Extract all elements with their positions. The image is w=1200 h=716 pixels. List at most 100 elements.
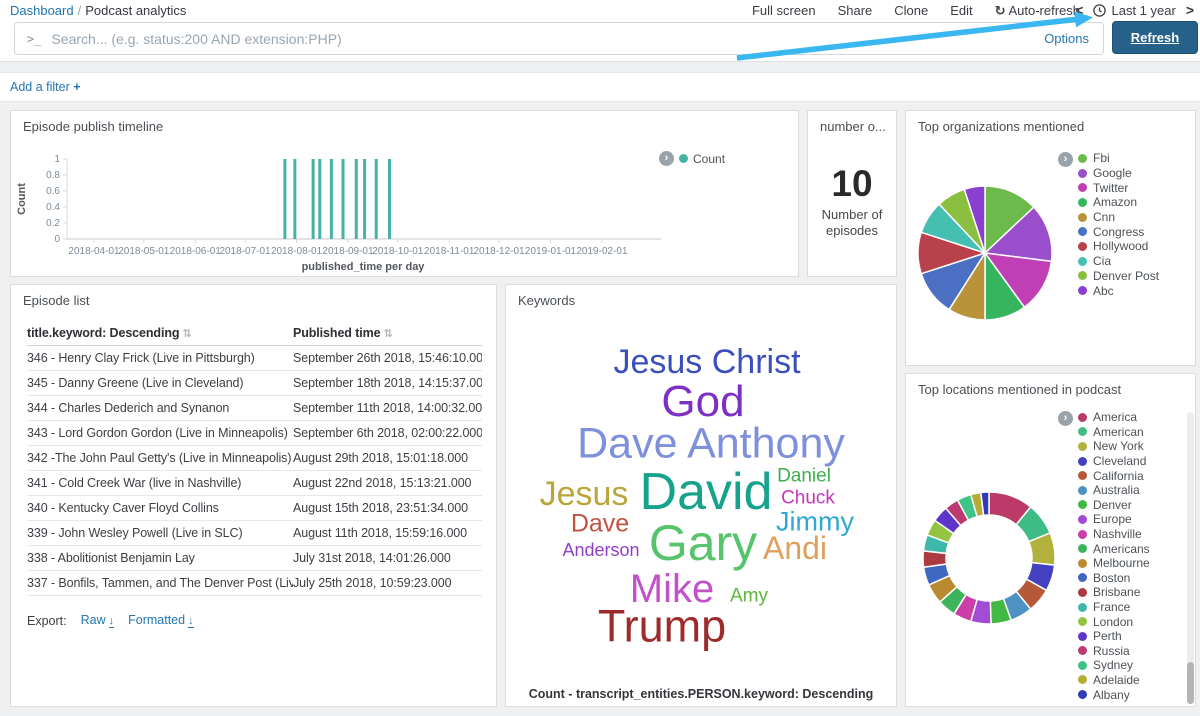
time-range-button[interactable]: Last 1 year <box>1093 3 1175 18</box>
sort-icon[interactable]: ⇅ <box>179 328 191 340</box>
legend-swatch <box>1078 500 1087 509</box>
tag-word[interactable]: David <box>640 466 773 518</box>
legend-label: Congress <box>1093 225 1144 239</box>
clone-button[interactable]: Clone <box>894 3 928 19</box>
legend-item[interactable]: Amazon <box>1078 195 1159 210</box>
legend-item[interactable]: Melbourne <box>1078 556 1150 571</box>
timeline-bar[interactable] <box>355 159 358 239</box>
timeline-bar[interactable] <box>318 159 321 239</box>
legend-item[interactable]: Brisbane <box>1078 585 1150 600</box>
legend-toggle-icon[interactable]: › <box>659 151 674 166</box>
search-box[interactable]: >_ Options <box>14 22 1104 55</box>
refresh-icon: ↻ <box>995 3 1006 18</box>
tag-word[interactable]: Anderson <box>562 541 639 559</box>
legend-label: Abc <box>1093 284 1114 298</box>
tag-word[interactable]: Jesus Christ <box>613 345 800 379</box>
share-button[interactable]: Share <box>838 3 873 19</box>
legend-item[interactable]: Congress <box>1078 224 1159 239</box>
column-header[interactable]: title.keyword: Descending⇅ <box>27 321 293 345</box>
timeline-bar[interactable] <box>312 159 315 239</box>
timeline-bar[interactable] <box>375 159 378 239</box>
legend-item[interactable]: New York <box>1078 439 1150 454</box>
add-filter-link[interactable]: Add a filter + <box>10 80 81 94</box>
legend-item[interactable]: Denver <box>1078 498 1150 513</box>
legend-item[interactable]: Albany <box>1078 687 1150 702</box>
search-input[interactable] <box>51 31 1044 47</box>
legend-item[interactable]: Hollywood <box>1078 239 1159 254</box>
table-cell: September 18th 2018, 14:15:37.000 <box>293 371 482 395</box>
svg-text:2018-11-01: 2018-11-01 <box>424 246 475 257</box>
chevron-left-icon[interactable]: < <box>1073 2 1085 18</box>
legend-swatch <box>1078 588 1087 597</box>
tag-word[interactable]: Andi <box>763 532 827 564</box>
export-formatted-link[interactable]: Formatted↓ <box>128 613 193 628</box>
legend-item[interactable]: Nashville <box>1078 527 1150 542</box>
table-cell: August 22nd 2018, 15:13:21.000 <box>293 471 482 495</box>
timeline-bar[interactable] <box>342 159 345 239</box>
legend-item[interactable]: London <box>1078 614 1150 629</box>
legend-item[interactable]: Count <box>693 152 725 166</box>
legend-item[interactable]: Google <box>1078 166 1159 181</box>
tag-word[interactable]: Jesus <box>540 477 629 511</box>
breadcrumb-dashboard-link[interactable]: Dashboard <box>10 3 74 18</box>
legend-item[interactable]: Fbi <box>1078 151 1159 166</box>
export-raw-link[interactable]: Raw↓ <box>81 613 115 628</box>
tag-word[interactable]: Trump <box>598 604 726 649</box>
panel-top-organizations: Top organizations mentioned › FbiGoogleT… <box>905 110 1196 366</box>
auto-refresh-button[interactable]: ↻ Auto-refresh <box>995 3 1080 19</box>
panel-top-locations: Top locations mentioned in podcast › Ame… <box>905 373 1196 707</box>
legend-item[interactable]: Americans <box>1078 541 1150 556</box>
legend-item[interactable]: Europe <box>1078 512 1150 527</box>
svg-text:2018-09-01: 2018-09-01 <box>322 246 374 257</box>
query-bar: >_ Options Refresh <box>0 20 1200 62</box>
legend-item[interactable]: Cia <box>1078 254 1159 269</box>
legend-item[interactable]: California <box>1078 468 1150 483</box>
legend-item[interactable]: Adelaide <box>1078 673 1150 688</box>
legend-item[interactable]: Australia <box>1078 483 1150 498</box>
legend-item[interactable]: America <box>1078 410 1150 425</box>
tag-word[interactable]: Gary <box>649 518 757 568</box>
column-header[interactable]: Published time⇅ <box>293 321 482 345</box>
panel-title: number o... <box>820 119 886 134</box>
options-link[interactable]: Options <box>1044 31 1103 46</box>
locations-legend: AmericaAmericanNew YorkClevelandCaliforn… <box>1078 410 1150 702</box>
tag-word[interactable]: Dave <box>571 512 629 537</box>
legend-swatch <box>1078 183 1087 192</box>
panel-episode-list: Episode list title.keyword: Descending⇅P… <box>10 284 497 707</box>
legend-item[interactable]: Russia <box>1078 644 1150 659</box>
table-row: 341 - Cold Creek War (live in Nashville)… <box>27 471 482 496</box>
legend-item[interactable]: Boston <box>1078 571 1150 586</box>
legend-toggle-icon[interactable]: › <box>1058 411 1073 426</box>
legend-item[interactable]: Perth <box>1078 629 1150 644</box>
legend-item[interactable]: Twitter <box>1078 180 1159 195</box>
sort-icon[interactable]: ⇅ <box>381 328 393 340</box>
legend-item[interactable]: Sydney <box>1078 658 1150 673</box>
tag-word[interactable]: God <box>661 380 744 424</box>
full-screen-button[interactable]: Full screen <box>752 3 816 19</box>
legend-scrollbar-track[interactable] <box>1187 412 1194 704</box>
timeline-bar[interactable] <box>363 159 366 239</box>
refresh-button[interactable]: Refresh <box>1112 21 1198 54</box>
timeline-bar[interactable] <box>388 159 391 239</box>
tag-word[interactable]: Dave Anthony <box>577 423 845 466</box>
legend-item[interactable]: France <box>1078 600 1150 615</box>
legend-item[interactable]: Abc <box>1078 283 1159 298</box>
legend-item[interactable]: Denver Post <box>1078 269 1159 284</box>
time-range-label: Last 1 year <box>1111 3 1175 18</box>
timeline-bar[interactable] <box>283 159 286 239</box>
legend-item[interactable]: American <box>1078 425 1150 440</box>
legend-item[interactable]: Cleveland <box>1078 454 1150 469</box>
tag-word[interactable]: Chuck <box>781 489 835 508</box>
svg-text:Count: Count <box>16 183 28 215</box>
chevron-right-icon[interactable]: > <box>1184 2 1196 18</box>
tag-word[interactable]: Daniel <box>777 467 831 486</box>
edit-button[interactable]: Edit <box>950 3 972 19</box>
legend-swatch <box>1078 646 1087 655</box>
timeline-bar[interactable] <box>330 159 333 239</box>
svg-text:2018-08-01: 2018-08-01 <box>271 246 323 257</box>
tag-word[interactable]: Amy <box>730 587 768 606</box>
legend-item[interactable]: Cnn <box>1078 210 1159 225</box>
legend-toggle-icon[interactable]: › <box>1058 152 1073 167</box>
timeline-bar[interactable] <box>293 159 296 239</box>
legend-scrollbar-thumb[interactable] <box>1187 662 1194 704</box>
